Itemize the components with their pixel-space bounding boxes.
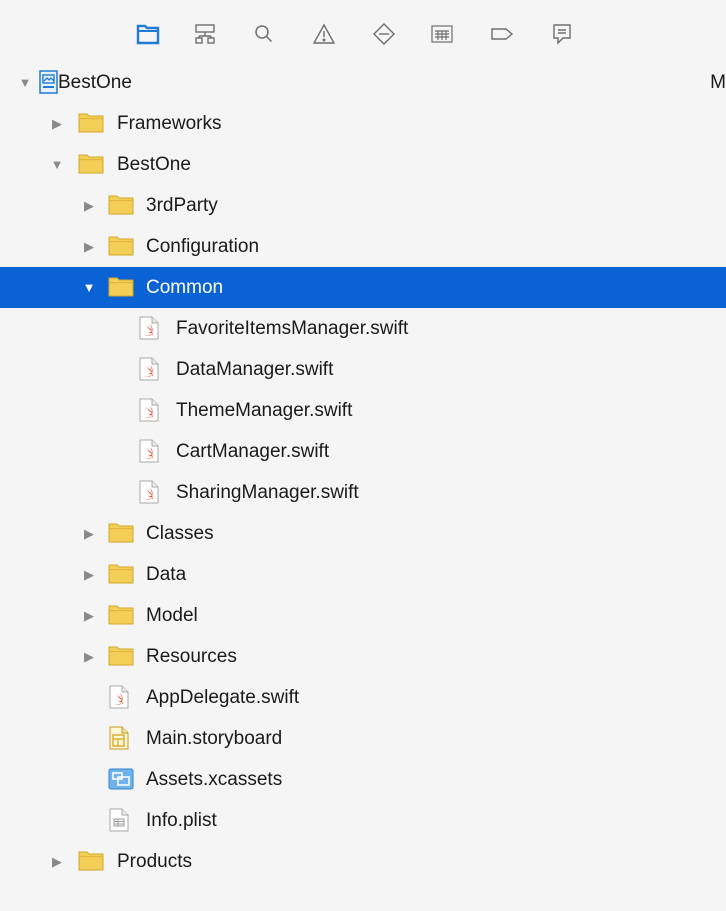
plist-file-icon [108,808,134,832]
tree-row[interactable]: SharingManager.swift [0,472,726,513]
report-navigator-icon[interactable] [550,22,574,46]
tree-row-label: Resources [146,646,237,667]
tree-row[interactable]: DataManager.swift [0,349,726,390]
disclosure-collapsed-icon[interactable]: ▶ [50,841,64,882]
tree-row[interactable]: FavoriteItemsManager.swift [0,308,726,349]
project-navigator-tree: M ▼ BestOne ▶ Frameworks ▼ BestOne ▶ 3rdParty ▶ C… [0,62,726,911]
test-navigator-icon[interactable] [372,22,396,46]
disclosure-collapsed-icon[interactable]: ▶ [82,554,96,595]
tree-row-label: Model [146,605,198,626]
folder-icon [108,562,134,586]
tree-row-label: Info.plist [146,810,217,831]
swift-file-icon [108,685,134,709]
breakpoint-navigator-icon[interactable] [490,22,514,46]
folder-icon [108,193,134,217]
tree-row[interactable]: ThemeManager.swift [0,390,726,431]
tree-row-label: Common [146,277,224,298]
tree-row-label: Assets.xcassets [146,769,283,790]
project-navigator-icon[interactable] [136,22,160,46]
tree-row[interactable]: ▼ BestOne [0,144,726,185]
tree-row[interactable]: ▶ Frameworks [0,103,726,144]
tree-row[interactable]: ▶ Data [0,554,726,595]
navigator-toolbar [0,0,726,63]
tree-row-label: Frameworks [117,113,222,134]
swift-file-icon [138,316,164,340]
disclosure-expanded-icon[interactable]: ▼ [82,267,96,308]
folder-icon [78,849,104,873]
folder-icon [108,275,134,299]
tree-row[interactable]: CartManager.swift [0,431,726,472]
tree-row[interactable]: Main.storyboard [0,718,726,759]
tree-row[interactable]: ▼ Common [0,267,726,308]
find-navigator-icon[interactable] [252,22,276,46]
tree-row[interactable]: ▶ Resources [0,636,726,677]
tree-row[interactable]: Info.plist [0,800,726,841]
tree-row-label: CartManager.swift [176,441,330,462]
tree-row[interactable]: ▶ Classes [0,513,726,554]
issue-navigator-icon[interactable] [312,22,336,46]
tree-row-label: DataManager.swift [176,359,334,380]
disclosure-collapsed-icon[interactable]: ▶ [82,636,96,677]
asset-catalog-icon [108,767,134,791]
disclosure-collapsed-icon[interactable]: ▶ [50,103,64,144]
tree-row-label: BestOne [58,72,132,93]
disclosure-collapsed-icon[interactable]: ▶ [82,185,96,226]
swift-file-icon [138,480,164,504]
disclosure-collapsed-icon[interactable]: ▶ [82,595,96,636]
disclosure-expanded-icon[interactable]: ▼ [50,144,64,185]
symbol-navigator-icon[interactable] [193,22,217,46]
tree-row-label: AppDelegate.swift [146,687,300,708]
disclosure-collapsed-icon[interactable]: ▶ [82,513,96,554]
tree-row-label: Main.storyboard [146,728,283,749]
swift-file-icon [138,439,164,463]
folder-icon [78,111,104,135]
tree-row-label: Products [117,851,192,872]
disclosure-collapsed-icon[interactable]: ▶ [82,226,96,267]
swift-file-icon [138,398,164,422]
folder-icon [108,234,134,258]
disclosure-expanded-icon[interactable]: ▼ [18,62,32,103]
tree-row[interactable]: Assets.xcassets [0,759,726,800]
tree-row[interactable]: ▶ Model [0,595,726,636]
folder-icon [78,152,104,176]
tree-row-label: SharingManager.swift [176,482,359,503]
tree-row-label: 3rdParty [146,195,218,216]
tree-row-label: BestOne [117,154,191,175]
folder-icon [108,521,134,545]
debug-navigator-icon[interactable] [430,22,454,46]
folder-icon [108,603,134,627]
tree-row-label: Data [146,564,187,585]
tree-row-label: Classes [146,523,214,544]
folder-icon [108,644,134,668]
tree-row-label: FavoriteItemsManager.swift [176,318,409,339]
swift-file-icon [138,357,164,381]
tree-row[interactable]: AppDelegate.swift [0,677,726,718]
storyboard-file-icon [108,726,134,750]
tree-row-label: ThemeManager.swift [176,400,353,421]
tree-row-label: Configuration [146,236,260,257]
tree-row[interactable]: ▶ 3rdParty [0,185,726,226]
tree-row[interactable]: ▶ Products [0,841,726,882]
tree-row[interactable]: ▼ BestOne [0,62,726,103]
tree-row[interactable]: ▶ Configuration [0,226,726,267]
